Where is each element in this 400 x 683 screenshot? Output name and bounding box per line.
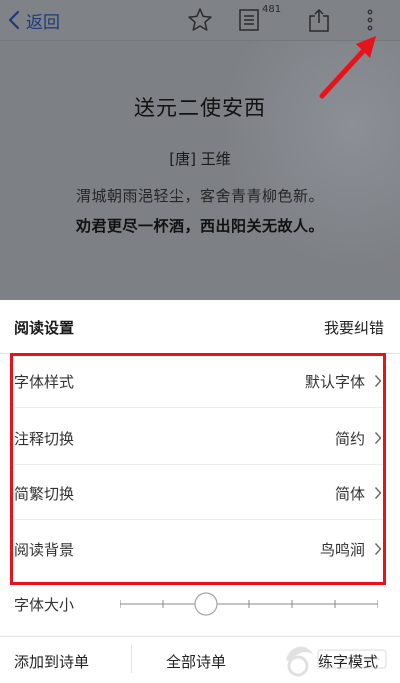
calligraphy-mode-button[interactable]: 练字模式 — [318, 651, 378, 672]
reading-view-dimmed: 返回 481 送元二使安西 [唐] 王维 渭城朝雨浥轻尘，客舍青青柳色新。 劝君… — [0, 0, 400, 300]
list-count-badge: 481 — [262, 4, 282, 15]
font-size-label: 字体大小 — [14, 596, 75, 614]
chevron-left-icon — [8, 10, 20, 30]
report-error-link[interactable]: 我要纠错 — [324, 317, 384, 338]
setting-value: 默认字体 — [304, 373, 365, 391]
font-size-slider[interactable] — [120, 591, 378, 617]
back-label: 返回 — [26, 12, 60, 33]
red-arrow-annotation — [319, 36, 376, 99]
back-button[interactable]: 返回 — [8, 6, 60, 34]
reading-settings-sheet: 阅读设置 我要纠错 字体样式 默认字体 注释切换 简约 简繁切换 简体 阅读背景… — [0, 300, 400, 682]
all-poem-lists-button[interactable]: 全部诗单 — [166, 651, 226, 672]
chevron-right-icon — [374, 432, 382, 444]
setting-reading-background[interactable]: 阅读背景 鸟鸣涧 — [0, 521, 400, 576]
chevron-right-icon — [374, 543, 382, 555]
setting-value: 简约 — [334, 430, 365, 448]
setting-label: 阅读背景 — [14, 541, 75, 559]
font-size-row: 字体大小 — [0, 585, 400, 621]
setting-value: 鸟鸣涧 — [319, 541, 365, 559]
setting-font-style[interactable]: 字体样式 默认字体 — [0, 353, 400, 408]
favorite-button[interactable] — [185, 5, 215, 35]
document-list-icon — [239, 9, 259, 31]
poem-author: [唐] 王维 — [169, 150, 231, 168]
bottom-action-bar: 添加到诗单 全部诗单 练字模式 — [0, 636, 400, 683]
add-to-poem-list-button[interactable]: 添加到诗单 — [14, 651, 89, 672]
bottom-divider — [131, 645, 132, 673]
star-outline-icon — [188, 8, 212, 31]
row-divider — [14, 519, 386, 520]
setting-simplified-traditional[interactable]: 简繁切换 简体 — [0, 465, 400, 520]
slider-knob[interactable] — [194, 592, 218, 616]
setting-label: 注释切换 — [14, 430, 75, 448]
row-divider — [14, 407, 386, 408]
chevron-right-icon — [374, 375, 382, 387]
poem-line: 渭城朝雨浥轻尘，客舍青青柳色新。 — [75, 187, 324, 205]
setting-value: 简体 — [334, 485, 365, 503]
sheet-title: 阅读设置 — [14, 319, 75, 337]
setting-label: 字体样式 — [14, 373, 75, 391]
sheet-header: 阅读设置 我要纠错 — [0, 300, 400, 354]
poem-list-button[interactable] — [234, 5, 264, 35]
setting-label: 简繁切换 — [14, 485, 75, 503]
poem-line: 劝君更尽一杯酒，西出阳关无故人。 — [75, 217, 324, 235]
setting-annotation-mode[interactable]: 注释切换 简约 — [0, 410, 400, 465]
chevron-right-icon — [374, 487, 382, 499]
